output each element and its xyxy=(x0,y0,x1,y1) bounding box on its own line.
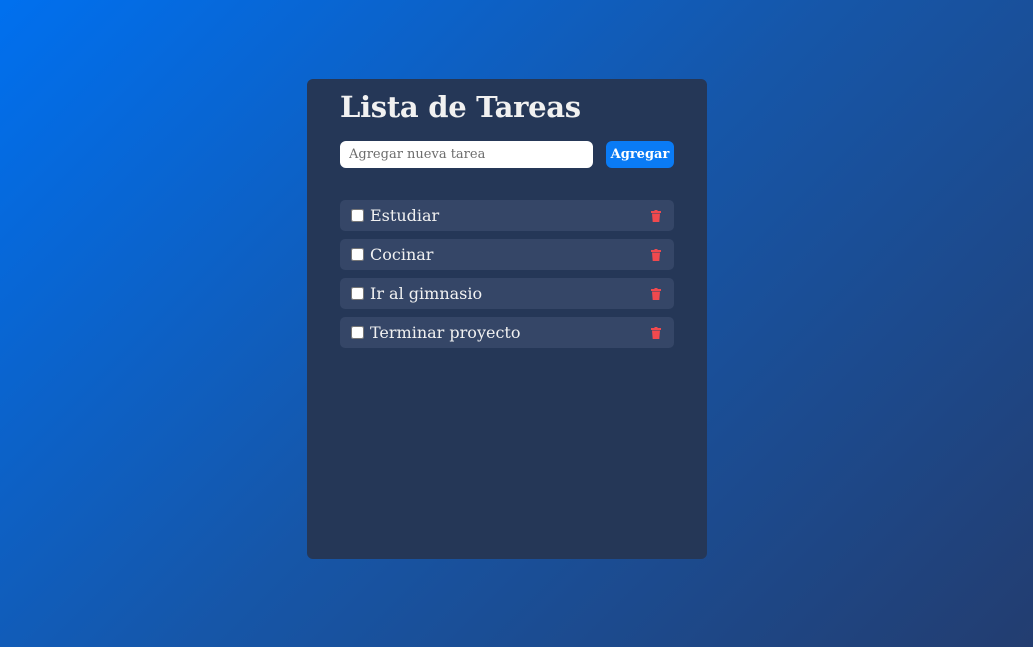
delete-task-button[interactable] xyxy=(649,247,663,263)
add-task-form: Agregar xyxy=(340,141,674,168)
add-task-button[interactable]: Agregar xyxy=(606,141,674,168)
task-text: Estudiar xyxy=(370,205,440,225)
delete-task-button[interactable] xyxy=(649,208,663,224)
task-text: Cocinar xyxy=(370,244,434,264)
delete-task-button[interactable] xyxy=(649,286,663,302)
list-item: Terminar proyecto xyxy=(340,317,674,348)
task-checkbox[interactable] xyxy=(351,326,364,339)
list-item: Estudiar xyxy=(340,200,674,231)
trash-icon xyxy=(651,248,661,261)
page-title: Lista de Tareas xyxy=(340,90,581,124)
list-item: Cocinar xyxy=(340,239,674,270)
trash-icon xyxy=(651,326,661,339)
trash-icon xyxy=(651,287,661,300)
task-checkbox[interactable] xyxy=(351,287,364,300)
delete-task-button[interactable] xyxy=(649,325,663,341)
task-list: Estudiar Cocinar Ir al gimnasio Terminar… xyxy=(340,200,674,356)
task-text: Ir al gimnasio xyxy=(370,283,483,303)
task-checkbox[interactable] xyxy=(351,209,364,222)
task-text: Terminar proyecto xyxy=(370,322,521,342)
list-item: Ir al gimnasio xyxy=(340,278,674,309)
task-checkbox[interactable] xyxy=(351,248,364,261)
todo-card: Lista de Tareas Agregar Estudiar Cocinar xyxy=(307,79,707,559)
new-task-input[interactable] xyxy=(340,141,593,168)
trash-icon xyxy=(651,209,661,222)
